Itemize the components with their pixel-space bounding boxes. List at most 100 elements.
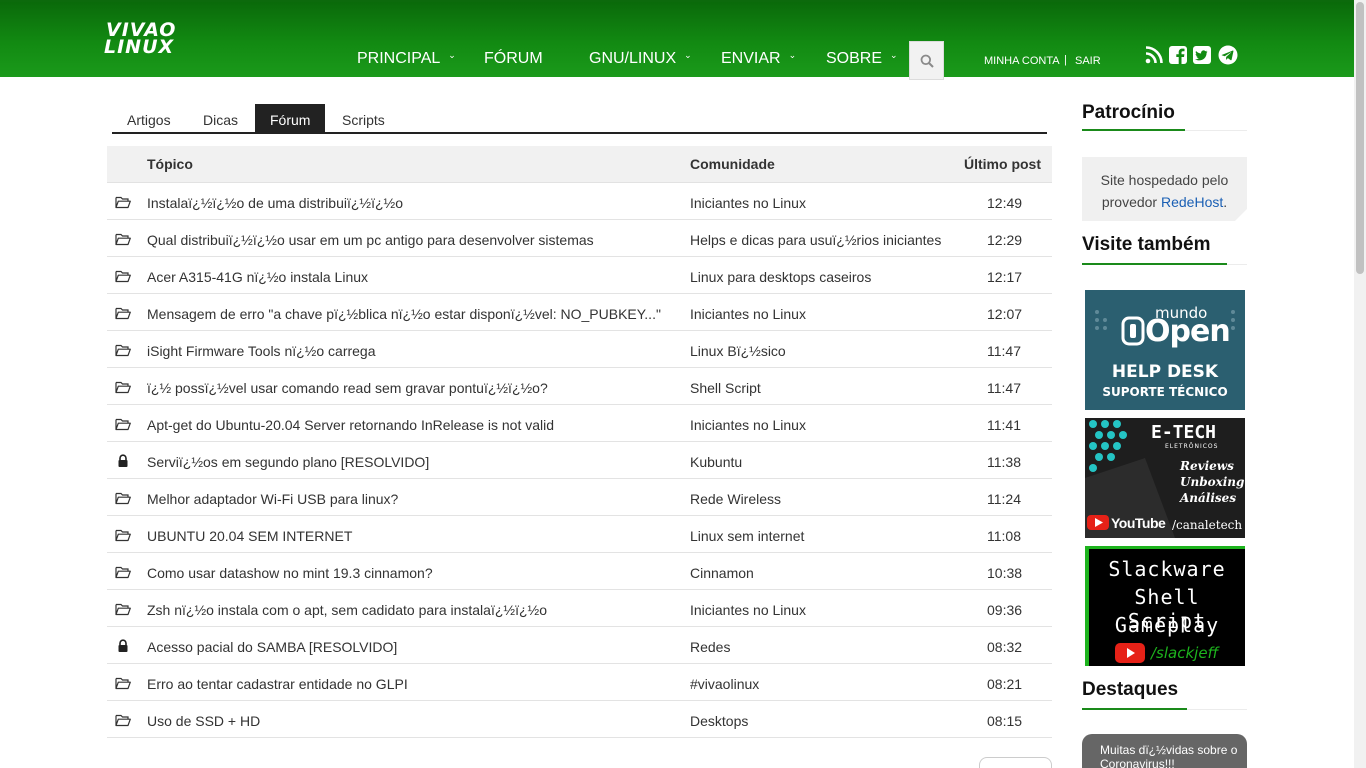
table-row[interactable]: Zsh nï¿½o instala com o apt, sem cadidat… (107, 590, 1052, 627)
tab-artigos[interactable]: Artigos (112, 104, 186, 133)
community-link[interactable]: Linux sem internet (690, 528, 804, 544)
highlight-text: Muitas dï¿½vidas sobre o Coronavirus!!! (1100, 743, 1238, 768)
my-account-link[interactable]: MINHA CONTA (984, 55, 1060, 67)
folder-open-icon (115, 529, 131, 542)
search-icon (920, 54, 934, 68)
topic-link[interactable]: Qual distribuiï¿½ï¿½o usar em um pc anti… (147, 232, 594, 248)
table-row[interactable]: Uso de SSD + HD Desktops 08:15 (107, 701, 1052, 738)
rss-icon[interactable] (1144, 45, 1164, 65)
table-row[interactable]: Acesso pacial do SAMBA [RESOLVIDO] Redes 0… (107, 627, 1052, 664)
topic-link[interactable]: ï¿½ possï¿½vel usar comando read sem gra… (147, 380, 548, 396)
topic-link[interactable]: Melhor adaptador Wi-Fi USB para linux? (147, 491, 398, 507)
community-link[interactable]: #vivaolinux (690, 676, 759, 692)
topic-link[interactable]: iSight Firmware Tools nï¿½o carrega (147, 343, 376, 359)
topic-link[interactable]: Serviï¿½os em segundo plano [RESOLVIDO] (147, 454, 429, 470)
banner-etech[interactable]: E-TECH ELETRÔNICOS Reviews Unboxing Anál… (1085, 418, 1245, 538)
community-link[interactable]: Linux Bï¿½sico (690, 343, 786, 359)
community-link[interactable]: Kubuntu (690, 454, 742, 470)
sponsor-link[interactable]: RedeHost (1161, 194, 1223, 210)
nav-label: ENVIAR (721, 50, 781, 67)
table-header: Tópico Comunidade Último post (107, 146, 1052, 183)
highlights-title: Destaques (1082, 679, 1179, 700)
nav-item-principal[interactable]: PRINCIPAL ⌄ (357, 50, 456, 68)
community-link[interactable]: Iniciantes no Linux (690, 195, 806, 211)
folder-open-icon (115, 677, 131, 690)
page: VIVAO LINUX PRINCIPAL ⌄ FÓRUM GNU/LINUX ⌄ … (0, 0, 1366, 768)
community-link[interactable]: Rede Wireless (690, 491, 781, 507)
banner-text: Open (1145, 314, 1231, 349)
table-row[interactable]: ï¿½ possï¿½vel usar comando read sem gra… (107, 368, 1052, 405)
table-row[interactable]: Mensagem de erro "a chave pï¿½blica nï¿½… (107, 294, 1052, 331)
topic-link[interactable]: Mensagem de erro "a chave pï¿½blica nï¿½… (147, 306, 661, 322)
topic-link[interactable]: Instalaï¿½ï¿½o de uma distribuiï¿½ï¿½o (147, 195, 403, 211)
logout-link[interactable]: SAIR (1075, 55, 1101, 67)
nav-item-forum[interactable]: FÓRUM (484, 50, 543, 68)
nav-item-gnu-linux[interactable]: GNU/LINUX ⌄ (589, 50, 692, 68)
logo-line-2: LINUX (104, 36, 175, 58)
nav-item-sobre[interactable]: SOBRE ⌄ (826, 50, 898, 68)
table-row[interactable]: Melhor adaptador Wi-Fi USB para linux? Re… (107, 479, 1052, 516)
table-row[interactable]: Como usar datashow no mint 19.3 cinnamon… (107, 553, 1052, 590)
sponsor-box: Site hospedado pelo provedor RedeHost. (1082, 157, 1247, 221)
topic-link[interactable]: Acer A315-41G nï¿½o instala Linux (147, 269, 368, 285)
community-link[interactable]: Iniciantes no Linux (690, 602, 806, 618)
banner-text: Gameplay (1114, 613, 1220, 637)
tab-forum[interactable]: Fórum (255, 104, 326, 133)
last-post-time: 08:15 (987, 713, 1023, 729)
tab-scripts[interactable]: Scripts (327, 104, 400, 133)
community-link[interactable]: Cinnamon (690, 565, 754, 581)
last-post-time: 11:38 (987, 454, 1021, 470)
top-header: VIVAO LINUX PRINCIPAL ⌄ FÓRUM GNU/LINUX ⌄ … (0, 0, 1354, 80)
community-link[interactable]: Iniciantes no Linux (690, 306, 806, 322)
chevron-down-icon: ⌄ (448, 50, 456, 60)
table-row[interactable]: Qual distribuiï¿½ï¿½o usar em um pc anti… (107, 220, 1052, 257)
visit-title-underline (1082, 263, 1227, 265)
table-row[interactable]: iSight Firmware Tools nï¿½o carrega Linux… (107, 331, 1052, 368)
community-link[interactable]: Linux para desktops caseiros (690, 269, 871, 285)
tab-dicas[interactable]: Dicas (188, 104, 253, 133)
community-link[interactable]: Iniciantes no Linux (690, 417, 806, 433)
highlight-card[interactable]: Muitas dï¿½vidas sobre o Coronavirus!!! (1082, 734, 1247, 768)
banner-slackjeff[interactable]: Slackware Shell Script Gameplay /slackje… (1085, 546, 1245, 666)
topic-link[interactable]: Zsh nï¿½o instala com o apt, sem cadidat… (147, 602, 547, 618)
community-link[interactable]: Helps e dicas para usuï¿½rios iniciantes (690, 232, 941, 248)
highlights-title-underline (1082, 708, 1187, 710)
scrollbar-thumb[interactable] (1356, 2, 1364, 274)
table-row[interactable]: Instalaï¿½ï¿½o de uma distribuiï¿½ï¿½o In… (107, 183, 1052, 220)
community-link[interactable]: Redes (690, 639, 730, 655)
visit-also-title: Visite também (1082, 234, 1211, 255)
facebook-icon[interactable] (1168, 45, 1188, 65)
community-link[interactable]: Shell Script (690, 380, 761, 396)
banner-mundo-open[interactable]: mundo Open HELP DESK SUPORTE TÉCNICO (1085, 290, 1245, 410)
twitter-icon[interactable] (1192, 45, 1212, 65)
last-post-time: 09:36 (987, 602, 1023, 618)
last-post-time: 08:21 (987, 676, 1023, 692)
topic-link[interactable]: Como usar datashow no mint 19.3 cinnamon… (147, 565, 433, 581)
table-row[interactable]: UBUNTU 20.04 SEM INTERNET Linux sem inter… (107, 516, 1052, 553)
site-logo[interactable]: VIVAO LINUX (104, 21, 176, 58)
table-row[interactable]: Serviï¿½os em segundo plano [RESOLVIDO] K… (107, 442, 1052, 479)
page-scrollbar[interactable] (1354, 0, 1366, 768)
table-row[interactable]: Acer A315-41G nï¿½o instala Linux Linux p… (107, 257, 1052, 294)
folder-open-icon (115, 196, 131, 209)
table-row[interactable]: Apt-get do Ubuntu-20.04 Server retornand… (107, 405, 1052, 442)
topic-link[interactable]: Erro ao tentar cadastrar entidade no GLP… (147, 676, 408, 692)
table-row[interactable]: Erro ao tentar cadastrar entidade no GLP… (107, 664, 1052, 701)
community-link[interactable]: Desktops (690, 713, 748, 729)
pagination-button[interactable] (979, 757, 1052, 768)
last-post-time: 11:47 (987, 380, 1021, 396)
topic-link[interactable]: Uso de SSD + HD (147, 713, 260, 729)
topic-link[interactable]: Apt-get do Ubuntu-20.04 Server retornand… (147, 417, 554, 433)
topic-link[interactable]: Acesso pacial do SAMBA [RESOLVIDO] (147, 639, 397, 655)
lock-icon (118, 454, 128, 467)
nav-label: PRINCIPAL (357, 50, 441, 67)
folder-open-icon (115, 270, 131, 283)
last-post-time: 12:07 (987, 306, 1023, 322)
folder-open-icon (115, 307, 131, 320)
telegram-icon[interactable] (1218, 45, 1238, 65)
account-separator: | (1064, 54, 1067, 66)
nav-item-enviar[interactable]: ENVIAR ⌄ (721, 50, 796, 68)
topic-link[interactable]: UBUNTU 20.04 SEM INTERNET (147, 528, 352, 544)
search-button[interactable] (909, 41, 944, 80)
nav-label: FÓRUM (484, 50, 543, 67)
